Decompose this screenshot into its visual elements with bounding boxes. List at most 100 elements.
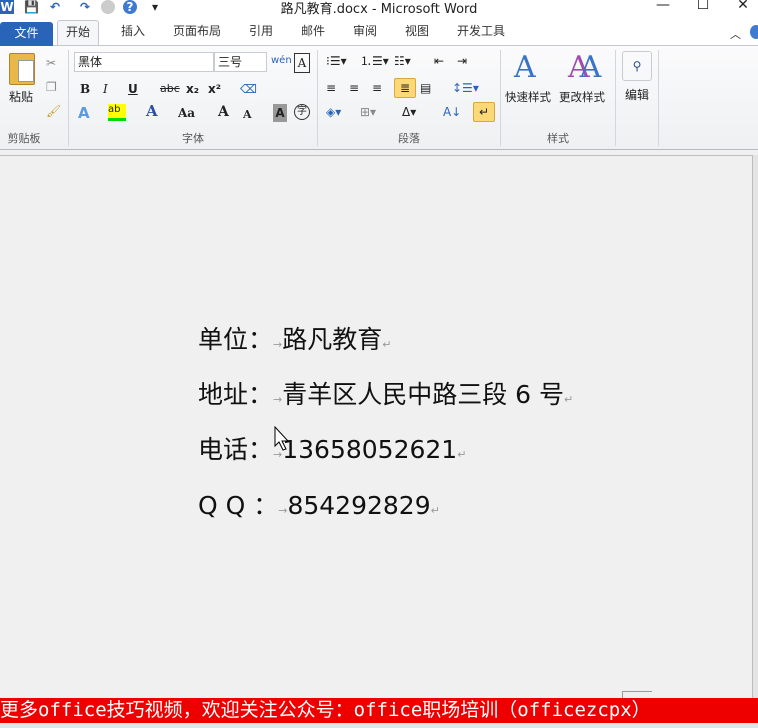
line-label: 电话： (198, 435, 274, 464)
superscript-button[interactable]: x² (208, 80, 221, 98)
font-name-select[interactable]: 黑体 (74, 52, 214, 72)
title-bar: 路凡教育.docx - Microsoft Word W 💾 ↶ ↷ ? ▾ —… (0, 0, 758, 18)
doc-line-unit: 单位：→路凡教育↵ (198, 320, 391, 356)
change-styles-button[interactable]: 更改样式 (559, 88, 605, 106)
chinese-layout-icon[interactable]: ᐃ▾ (402, 103, 416, 121)
increase-indent-icon[interactable]: ⇥ (457, 52, 467, 70)
help-icon[interactable]: ? (123, 0, 137, 14)
line-value: 13658052621 (282, 435, 458, 464)
tab-references[interactable]: 引用 (241, 20, 281, 44)
italic-button[interactable]: I (103, 80, 108, 98)
font-size-select[interactable]: 三号 (214, 52, 267, 72)
paragraph-mark: ↵ (382, 338, 392, 351)
line-label: 单位： (198, 325, 274, 354)
underline-button[interactable]: U (128, 80, 138, 98)
tab-insert[interactable]: 插入 (113, 20, 153, 44)
show-formatting-marks-icon[interactable]: ↵ (473, 102, 495, 122)
decrease-indent-icon[interactable]: ⇤ (434, 52, 444, 70)
tab-review[interactable]: 审阅 (345, 20, 385, 44)
bullets-icon[interactable]: ⁝☰▾ (326, 52, 347, 70)
highlight-icon[interactable]: ab (108, 104, 126, 118)
group-label-clipboard: 剪贴板 (7, 132, 41, 145)
group-label-styles: 样式 (547, 132, 569, 145)
divider (658, 50, 659, 146)
clear-formatting-icon[interactable]: ⌫ (240, 80, 257, 98)
character-shading-button[interactable]: A (273, 104, 287, 122)
text-effects-icon[interactable]: A (78, 104, 90, 122)
tab-developer[interactable]: 开发工具 (449, 20, 513, 44)
character-border-icon[interactable]: A (294, 53, 310, 73)
cut-icon[interactable]: ✂ (46, 54, 56, 72)
align-center-icon[interactable]: ≡ (349, 79, 359, 97)
align-left-icon[interactable]: ≡ (326, 79, 336, 97)
line-spacing-icon[interactable]: ↕☰▾ (452, 79, 479, 97)
tab-view[interactable]: 视图 (397, 20, 437, 44)
distributed-icon[interactable]: ▤ (420, 79, 431, 97)
group-label-paragraph: 段落 (398, 132, 420, 145)
maximize-button[interactable]: ☐ (688, 0, 718, 13)
multilevel-list-icon[interactable]: ☷▾ (394, 52, 411, 70)
group-label-font: 字体 (182, 132, 204, 145)
shrink-font-button[interactable]: A (243, 106, 252, 124)
save-icon[interactable]: 💾 (24, 0, 39, 14)
tab-file[interactable]: 文件 (0, 22, 53, 46)
tab-mark: → (273, 393, 283, 406)
binoculars-icon[interactable]: ⚲ (622, 51, 652, 81)
line-value: 854292829 (287, 491, 431, 520)
tab-page-layout[interactable]: 页面布局 (165, 20, 229, 44)
line-label: 地址： (198, 380, 274, 409)
shading-icon[interactable]: ◈▾ (326, 103, 341, 121)
editing-button[interactable]: 编辑 (625, 86, 649, 104)
minimize-button[interactable]: — (648, 0, 678, 13)
paragraph-mark: ↵ (564, 393, 574, 406)
quick-styles-button[interactable]: 快速样式 (505, 88, 551, 106)
numbering-icon[interactable]: ⒈☰▾ (360, 52, 389, 70)
tab-mark: → (273, 338, 283, 351)
vertical-scrollbar[interactable] (752, 155, 758, 698)
align-right-icon[interactable]: ≡ (372, 79, 382, 97)
undo-icon[interactable]: ↶ (48, 0, 62, 14)
paste-icon[interactable] (9, 53, 35, 85)
word-logo-icon[interactable]: W (0, 0, 14, 14)
promo-banner: 更多office技巧视频，欢迎关注公众号：office职场培训（officezc… (0, 698, 758, 723)
doc-line-phone: 电话：→13658052621↵ (198, 430, 466, 466)
subscript-button[interactable]: x₂ (186, 80, 199, 98)
redo-icon[interactable]: ↷ (78, 0, 92, 14)
borders-icon[interactable]: ⊞▾ (360, 103, 376, 121)
collapse-ribbon-icon[interactable]: ︿ (730, 26, 741, 42)
tab-mailings[interactable]: 邮件 (293, 20, 333, 44)
paragraph-mark: ↵ (457, 448, 467, 461)
divider (615, 50, 616, 146)
customize-toolbar-icon[interactable]: ▾ (148, 0, 162, 14)
change-case-button[interactable]: Aa (178, 104, 195, 122)
sort-icon[interactable]: A↓ (443, 103, 461, 121)
help-icon[interactable] (750, 25, 758, 39)
format-painter-icon[interactable]: 🖌 (46, 102, 61, 120)
enclose-characters-button[interactable]: 字 (294, 104, 310, 120)
phonetic-guide-icon[interactable]: wén (271, 52, 292, 70)
highlight-color-bar (108, 118, 126, 121)
justify-icon[interactable]: ≣ (394, 78, 416, 98)
paste-button[interactable]: 粘贴 (6, 88, 36, 106)
paragraph-mark: ↵ (430, 504, 440, 517)
grow-font-button[interactable]: A (218, 103, 229, 121)
doc-line-qq: Q Q ：→854292829↵ (198, 486, 440, 522)
close-button[interactable]: ✕ (728, 0, 758, 13)
line-label: Q Q ： (198, 491, 279, 520)
quick-styles-icon[interactable]: A (514, 50, 536, 85)
copy-icon[interactable]: ❐ (46, 78, 57, 96)
disabled-circle-icon (101, 0, 115, 14)
line-value: 青羊区人民中路三段 6 号 (282, 380, 565, 409)
change-styles-icon[interactable]: AA (568, 50, 601, 85)
horizontal-scrollbar[interactable] (0, 723, 758, 728)
divider (68, 50, 69, 146)
tab-home[interactable]: 开始 (57, 20, 100, 45)
document-page[interactable] (0, 155, 752, 698)
line-value: 路凡教育 (282, 325, 383, 354)
doc-line-address: 地址：→青羊区人民中路三段 6 号↵ (198, 375, 573, 411)
strikethrough-button[interactable]: abc (160, 80, 180, 98)
page-corner (622, 691, 652, 698)
font-color-icon[interactable]: A (146, 102, 158, 120)
mouse-cursor-icon (274, 426, 290, 451)
bold-button[interactable]: B (80, 80, 90, 98)
